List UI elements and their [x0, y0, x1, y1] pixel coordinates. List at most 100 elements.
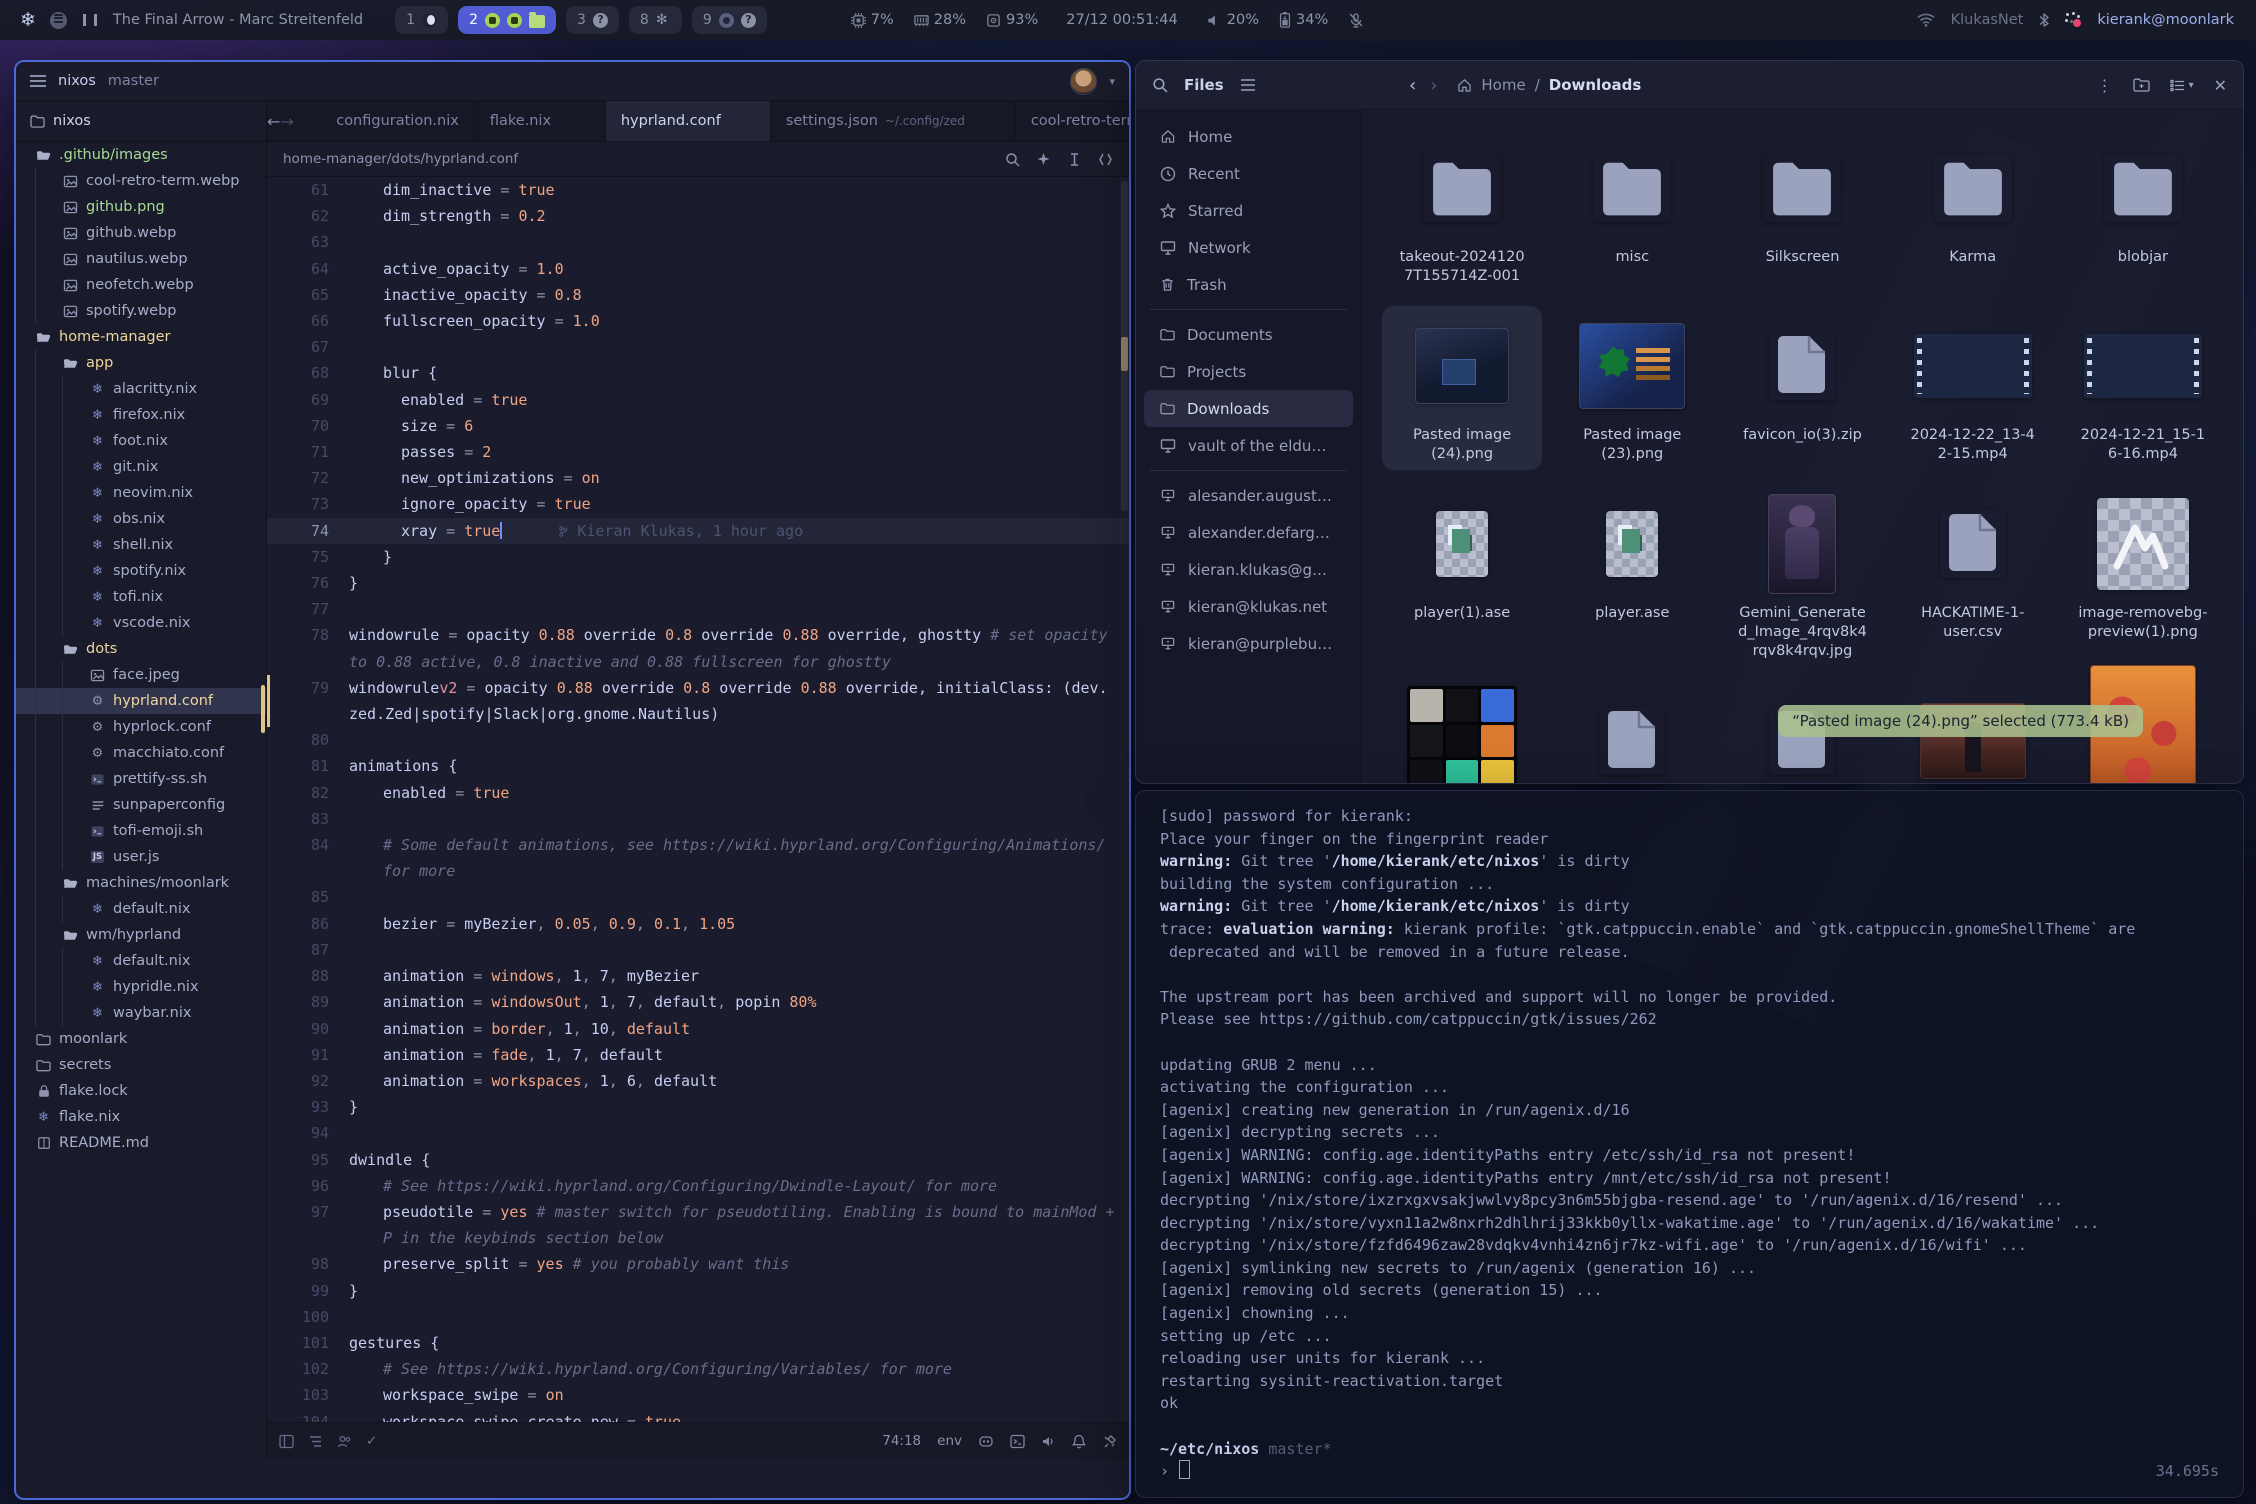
user-host-label[interactable]: kierank@moonlark [2097, 12, 2234, 28]
tree-item-moonlark[interactable]: moonlark [16, 1026, 266, 1052]
tab-configuration.nix[interactable]: configuration.nix [294, 101, 475, 141]
view-toggle-caret-icon[interactable]: ▾ [2189, 80, 2194, 91]
volume-stat[interactable]: 20% [1206, 12, 1259, 28]
tree-item-hypridle.nix[interactable]: ❄hypridle.nix [16, 974, 266, 1000]
panel-scrollbar[interactable] [260, 101, 265, 1459]
grid-item-DoubloonLeaderboard.csv[interactable]: DoubloonLeaderboard.csv [1552, 681, 1712, 783]
grid-item-blobjar[interactable]: blobjar [2063, 128, 2223, 292]
network-name[interactable]: KlukasNet [1951, 12, 2024, 28]
extensions-icon[interactable] [1102, 1434, 1117, 1449]
tree-item-prettify-ss.sh[interactable]: prettify-ss.sh [16, 766, 266, 792]
tree-item-default.nix[interactable]: ❄default.nix [16, 896, 266, 922]
tree-item-vscode.nix[interactable]: ❄vscode.nix [16, 610, 266, 636]
grid-item-Silkscreen[interactable]: Silkscreen [1722, 128, 1882, 292]
collab-panel-icon[interactable] [337, 1434, 352, 1449]
workspace-8[interactable]: 8 [629, 6, 682, 34]
grid-item-Pasted image(23).png[interactable]: Pasted image(23).png [1552, 306, 1712, 470]
sidebar-item-vault-of-the-eldu-[interactable]: vault of the eldu… [1144, 427, 1353, 464]
sidebar-item-kieran-purplebu-[interactable]: kieran@purplebu… [1144, 625, 1353, 662]
breadcrumb-home[interactable]: Home [1481, 76, 1525, 94]
terminal-panel-icon[interactable] [1010, 1434, 1025, 1449]
breadcrumb[interactable]: home-manager/dots/hyprland.conf [267, 142, 1129, 177]
tree-item-README.md[interactable]: README.md [16, 1130, 266, 1156]
tree-item-spotify.nix[interactable]: ❄spotify.nix [16, 558, 266, 584]
menu-icon[interactable] [30, 80, 46, 82]
tree-item-firefox.nix[interactable]: ❄firefox.nix [16, 402, 266, 428]
sidebar-item-documents[interactable]: Documents [1144, 316, 1353, 353]
tree-item-tofi-emoji.sh[interactable]: tofi-emoji.sh [16, 818, 266, 844]
sidebar-item-kieran-klukas-g-[interactable]: kieran.klukas@g… [1144, 551, 1353, 588]
sidebar-item-projects[interactable]: Projects [1144, 353, 1353, 390]
code-editor[interactable]: 61dim_inactive = true62dim_strength = 0.… [267, 177, 1129, 1422]
tree-item-foot.nix[interactable]: ❄foot.nix [16, 428, 266, 454]
grid-item-HACKATIME-1-user.csv[interactable]: HACKATIME-1-user.csv [1893, 484, 2053, 667]
media-player-icon[interactable] [50, 12, 67, 29]
tree-item-.github/images[interactable]: .github/images [16, 142, 266, 168]
tree-item-neovim.nix[interactable]: ❄neovim.nix [16, 480, 266, 506]
grid-item-takeout-20241207T155714Z-001[interactable]: takeout-20241207T155714Z-001 [1382, 128, 1542, 292]
grid-item-player.ase[interactable]: player.ase [1552, 484, 1712, 667]
diagnostics-check-icon[interactable]: ✓ [366, 1433, 377, 1449]
editor-scrollbar[interactable] [1120, 177, 1129, 1422]
git-branch-label[interactable]: master [108, 73, 159, 89]
tray-icon[interactable] [2065, 12, 2081, 28]
grid-item-player(1).ase[interactable]: player(1).ase [1382, 484, 1542, 667]
tree-item-nautilus.webp[interactable]: nautilus.webp [16, 246, 266, 272]
tree-item-sunpaperconfig[interactable]: sunpaperconfig [16, 792, 266, 818]
tree-item-git.nix[interactable]: ❄git.nix [16, 454, 266, 480]
nav-forward-icon[interactable]: → [280, 101, 293, 141]
grid-item-2024-12-21_15-16-16.mp4[interactable]: 2024-12-21_15-16-16.mp4 [2063, 306, 2223, 470]
zed-editor-window[interactable]: nixos master ▾ nixos .github/imagescool-… [14, 60, 1131, 1500]
copilot-icon[interactable] [978, 1434, 994, 1449]
terminal-prompt[interactable]: ›34.695s [1160, 1460, 2219, 1483]
tree-item-app[interactable]: app [16, 350, 266, 376]
assistant-sparkle-icon[interactable] [1036, 152, 1051, 167]
tree-item-obs.nix[interactable]: ❄obs.nix [16, 506, 266, 532]
tree-item-user.js[interactable]: JSuser.js [16, 844, 266, 870]
wifi-icon[interactable] [1917, 13, 1935, 27]
bluetooth-icon[interactable] [2039, 12, 2049, 28]
tree-item-home-manager[interactable]: home-manager [16, 324, 266, 350]
tree-item-spotify.webp[interactable]: spotify.webp [16, 298, 266, 324]
sidebar-item-kieran-klukas-net[interactable]: kieran@klukas.net [1144, 588, 1353, 625]
sidebar-item-alesander-august-[interactable]: alesander.august… [1144, 477, 1353, 514]
sidebar-menu-icon[interactable] [1240, 78, 1256, 92]
files-window[interactable]: Files ‹ › Home / Downloads ⋮ ▾ [1135, 60, 2244, 784]
clock[interactable]: 27/12 00:51:44 [1066, 12, 1178, 28]
project-panel-header[interactable]: nixos [16, 101, 266, 142]
forward-button[interactable]: › [1430, 75, 1437, 96]
env-label[interactable]: env [937, 1433, 962, 1449]
grid-item-image-removebg-preview(1).png[interactable]: image-removebg-preview(1).png [2063, 484, 2223, 667]
project-name[interactable]: nixos [58, 73, 96, 89]
nixos-logo-icon[interactable]: ❄ [20, 9, 36, 31]
tree-item-cool-retro-term.webp[interactable]: cool-retro-term.webp [16, 168, 266, 194]
tree-item-flake.nix[interactable]: ❄flake.nix [16, 1104, 266, 1130]
audio-icon[interactable] [1041, 1434, 1056, 1449]
outline-panel-icon[interactable] [308, 1434, 323, 1449]
tree-item-tofi.nix[interactable]: ❄tofi.nix [16, 584, 266, 610]
new-folder-icon[interactable] [2133, 78, 2150, 92]
search-icon[interactable] [1005, 152, 1020, 167]
grid-item-Gemini_Generated_Image_4rqv8k4rqv8k4rqv.jpg[interactable]: Gemini_Generated_Image_4rqv8k4rqv8k4rqv.… [1722, 484, 1882, 667]
search-icon[interactable] [1152, 77, 1168, 93]
workspace-9[interactable]: 9 [692, 6, 767, 34]
grid-item-Karma[interactable]: Karma [1893, 128, 2053, 292]
tree-item-secrets[interactable]: secrets [16, 1052, 266, 1078]
grid-item-2024-12-22_13-42-15.mp4[interactable]: 2024-12-22_13-42-15.mp4 [1893, 306, 2053, 470]
sidebar-item-starred[interactable]: Starred [1144, 192, 1353, 229]
cursor-position[interactable]: 74:18 [882, 1433, 921, 1449]
tree-item-dots[interactable]: dots [16, 636, 266, 662]
sidebar-item-trash[interactable]: Trash [1144, 266, 1353, 303]
tree-item-default.nix[interactable]: ❄default.nix [16, 948, 266, 974]
grid-item-wrapped.png[interactable]: wrapped.png [1382, 681, 1542, 783]
kebab-menu-icon[interactable]: ⋮ [2097, 76, 2113, 95]
sidebar-item-recent[interactable]: Recent [1144, 155, 1353, 192]
sidebar-item-home[interactable]: Home [1144, 118, 1353, 155]
chevron-down-icon[interactable]: ▾ [1109, 75, 1115, 88]
workspace-3[interactable]: 3 [566, 6, 619, 34]
workspace-1[interactable]: 1 [395, 6, 448, 34]
sidebar-item-network[interactable]: Network [1144, 229, 1353, 266]
tab-hyprland.conf[interactable]: hyprland.conf [606, 101, 771, 141]
tab-settings.json[interactable]: settings.json~/.config/zed [771, 101, 1016, 141]
tab-flake.nix[interactable]: flake.nix [475, 101, 606, 141]
